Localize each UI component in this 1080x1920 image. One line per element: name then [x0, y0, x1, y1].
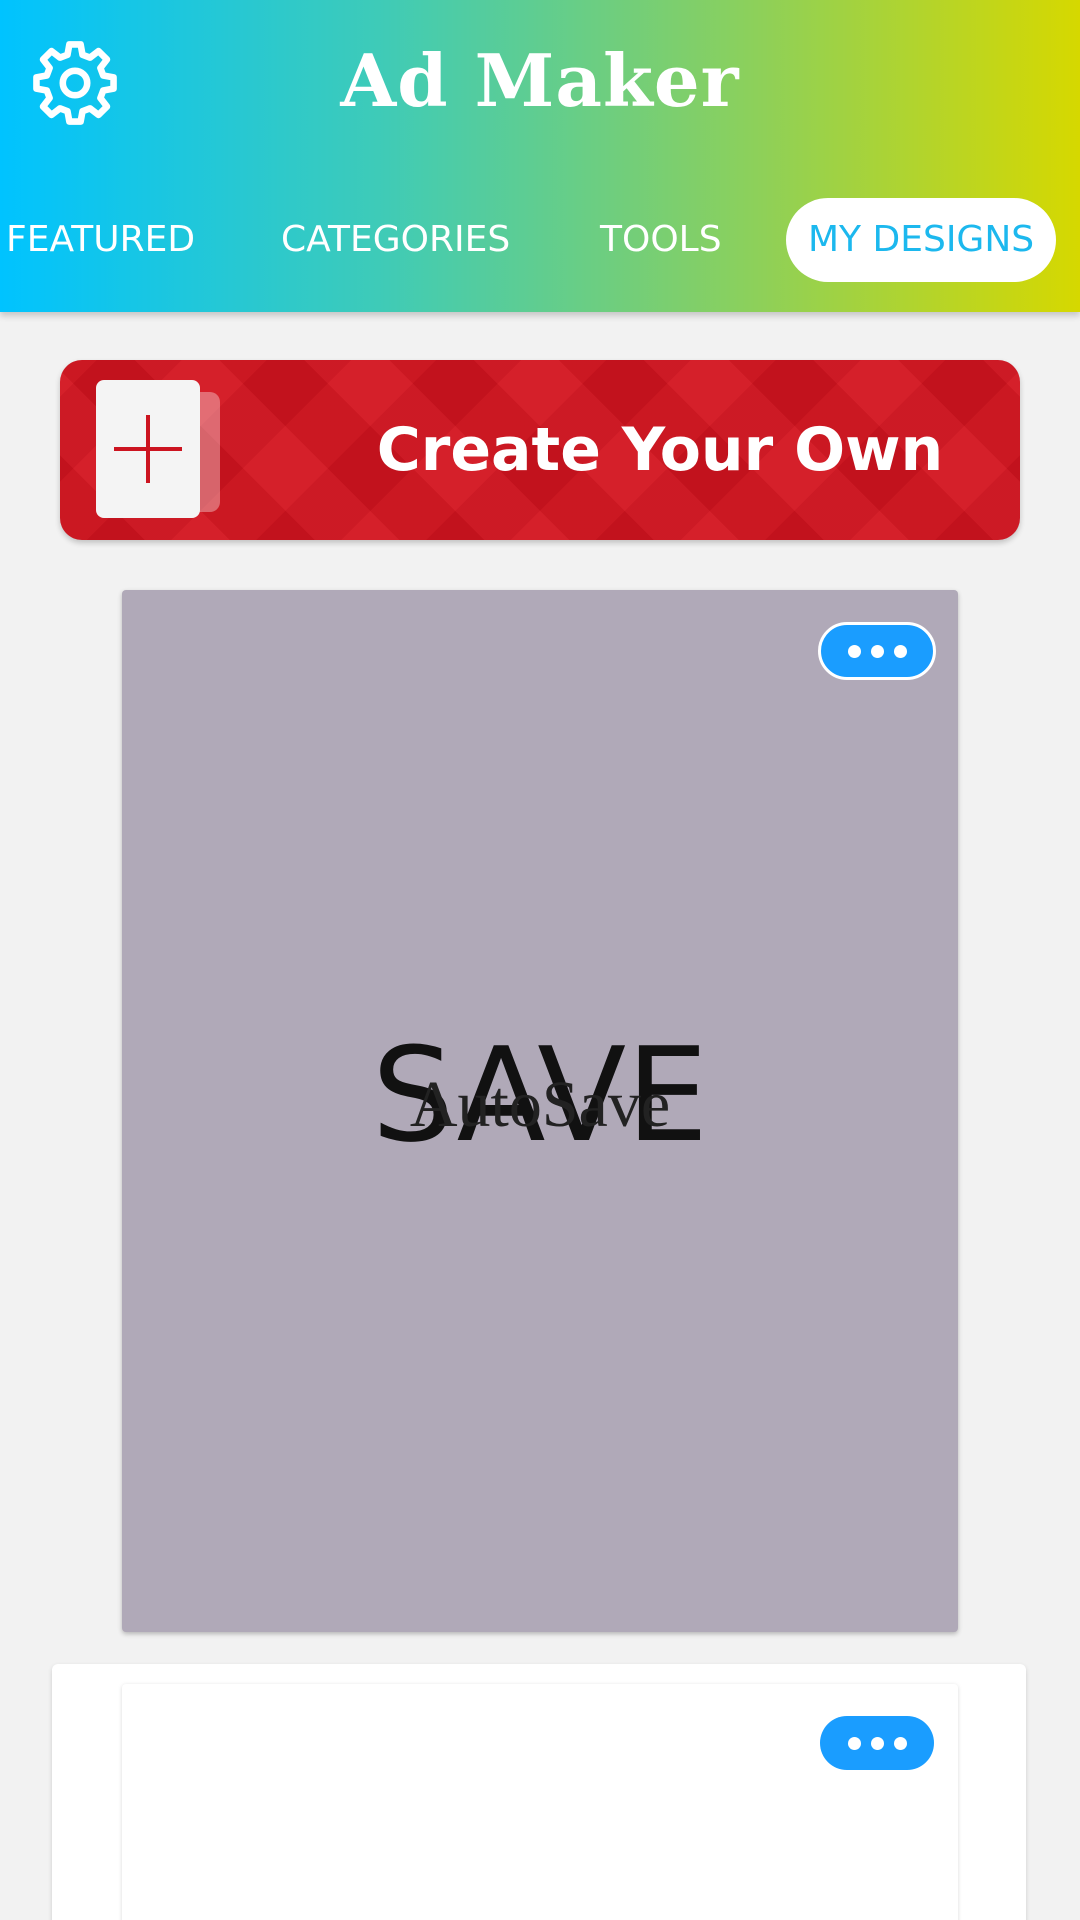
tab-bar: FEATURED CATEGORIES TOOLS MY DESIGNS — [0, 198, 1080, 284]
more-dots-icon — [847, 1736, 861, 1750]
tab-categories[interactable]: CATEGORIES — [281, 198, 510, 282]
plus-icon — [114, 415, 182, 483]
more-dot — [870, 644, 884, 658]
more-dot — [870, 1736, 884, 1750]
app-header: Ad Maker FEATURED CATEGORIES TOOLS MY DE… — [0, 0, 1080, 312]
app-title: Ad Maker — [340, 38, 740, 123]
more-dot — [893, 644, 907, 658]
design-preview-subtitle: AutoSave — [409, 1068, 671, 1141]
design-card-autosave[interactable]: SAVE AutoSave — [122, 590, 958, 1632]
tab-my-designs[interactable]: MY DESIGNS — [786, 198, 1057, 282]
design-card-container — [52, 1664, 1026, 1920]
create-your-own-label: Create Your Own — [376, 415, 944, 485]
create-your-own-button[interactable]: Create Your Own — [60, 360, 1020, 540]
tab-tools[interactable]: TOOLS — [600, 198, 722, 282]
design-card-blank[interactable] — [122, 1684, 958, 1920]
new-design-card-icon — [96, 380, 200, 518]
more-dot — [893, 1736, 907, 1750]
design-options-button[interactable] — [820, 1716, 934, 1770]
more-dots-icon — [847, 644, 861, 658]
tab-featured[interactable]: FEATURED — [6, 198, 195, 282]
design-options-button[interactable] — [818, 622, 936, 680]
